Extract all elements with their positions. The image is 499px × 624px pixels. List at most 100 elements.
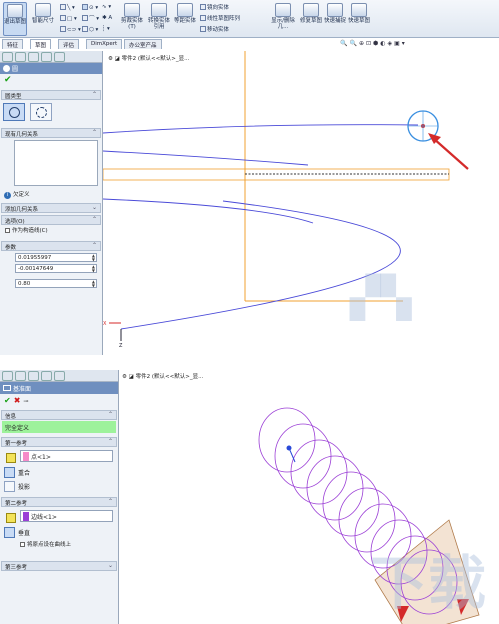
collapse-icon: ⌃ bbox=[91, 91, 97, 98]
reference-icon bbox=[6, 513, 16, 523]
pm-actions: ✔ ✖ ⊸ bbox=[0, 394, 118, 408]
perpendicular-icon bbox=[4, 527, 15, 538]
spline-tool[interactable]: ∿ ▾ bbox=[102, 4, 111, 10]
radius-field[interactable]: 0.80 ▲ ▼ bbox=[15, 279, 97, 288]
section-second-reference[interactable]: 第二参考 ⌃ bbox=[1, 497, 117, 507]
origin-on-curve-checkbox[interactable]: 将原点设在曲线上 bbox=[0, 539, 118, 549]
sketch-graphics-area[interactable]: X Z bbox=[103, 51, 499, 355]
config-tab[interactable] bbox=[28, 371, 39, 381]
project-option[interactable]: 投影 bbox=[0, 479, 118, 493]
slot-tool[interactable]: ⊂⊃ ▾ bbox=[60, 26, 81, 33]
section-add-relations[interactable]: 添加几何关系 ⌄ bbox=[1, 203, 101, 213]
arc-tool[interactable]: ⌒ ▾ bbox=[82, 15, 99, 22]
relations-list[interactable] bbox=[14, 140, 98, 186]
dimension-icon bbox=[35, 3, 51, 17]
center-y-field[interactable]: -0.00147649 ▲ ▼ bbox=[15, 264, 97, 273]
center-x-field[interactable]: 0.01955997 ▲ ▼ bbox=[15, 253, 97, 262]
pin-icon[interactable]: ⊸ bbox=[23, 398, 28, 405]
sketch-curve-lower bbox=[103, 198, 314, 224]
collapse-icon: ⌃ bbox=[107, 438, 113, 445]
origin-z-label: Z bbox=[119, 343, 123, 349]
circle-icon bbox=[3, 65, 10, 72]
command-manager-ribbon: 退出草图 智能尺寸 ╲ ▾ □ ▾ ⊂⊃ ▾ ⊙ ▾ ⌒ ▾ ⬡ ▾ ∿ ▾ ✱… bbox=[0, 0, 499, 38]
perimeter-circle-button[interactable] bbox=[29, 103, 52, 121]
point-tool[interactable]: ✱ A bbox=[102, 15, 112, 21]
mirror-entities-button[interactable]: 镜向实体 bbox=[200, 4, 229, 11]
second-reference-field[interactable]: 边线<1> bbox=[20, 510, 113, 522]
offset-entities-button[interactable]: 等距实体 bbox=[174, 2, 196, 36]
construction-checkbox[interactable]: 作为构造线(C) bbox=[0, 225, 102, 235]
section-info[interactable]: 信息 ⌃ bbox=[1, 410, 117, 420]
cancel-x-button[interactable]: ✖ bbox=[14, 396, 21, 405]
offset-icon bbox=[177, 3, 193, 17]
polygon-tool[interactable]: ⬡ ▾ bbox=[82, 26, 98, 33]
feature-tree-tab[interactable] bbox=[2, 52, 13, 62]
first-ref-row: 点<1> bbox=[0, 450, 118, 463]
first-reference-field[interactable]: 点<1> bbox=[20, 450, 113, 462]
quick-snaps-button[interactable]: 快速捕捉 bbox=[324, 2, 346, 36]
tab-dimxpert[interactable]: DimXpert bbox=[86, 39, 123, 49]
section-existing-relations[interactable]: 现有几何关系 ⌃ bbox=[1, 128, 101, 138]
circle-type-group bbox=[0, 100, 102, 126]
circle-property-manager: 圆 ✔ 圆类型 ⌃ 现有几何关系 ⌃ i 欠定义 添加几何关系 ⌄ 选项(O) ⌃ 作为构… bbox=[0, 51, 103, 355]
repair-sketch-button[interactable]: 修复草图 bbox=[300, 2, 322, 36]
tab-evaluate[interactable]: 评估 bbox=[58, 39, 80, 49]
circle-tool[interactable]: ⊙ ▾ bbox=[82, 4, 98, 11]
sketch-curve-middle bbox=[103, 150, 309, 166]
center-circle-button[interactable] bbox=[3, 103, 25, 121]
image-separator bbox=[0, 355, 499, 366]
rectangle-tool[interactable]: □ ▾ bbox=[60, 15, 77, 22]
section-circle-type[interactable]: 圆类型 ⌃ bbox=[1, 90, 101, 100]
linear-pattern-button[interactable]: 线性草图阵列 bbox=[200, 15, 240, 22]
smart-dimension-button[interactable]: 智能尺寸 bbox=[30, 2, 56, 36]
view-toolbar[interactable]: 🔍🔍⊕⊡⬢◐◈▣▾ bbox=[340, 40, 495, 51]
rapid-sketch-icon bbox=[351, 3, 367, 17]
convert-icon bbox=[151, 3, 167, 17]
ok-check-button[interactable]: ✔ bbox=[0, 74, 102, 88]
section-third-reference[interactable]: 第三参考 ⌄ bbox=[1, 561, 117, 571]
manager-tabs bbox=[0, 370, 118, 382]
trim-icon bbox=[124, 3, 140, 17]
status-fully-defined: 完全定义 bbox=[2, 421, 116, 433]
repair-icon bbox=[303, 3, 319, 17]
exit-sketch-button[interactable]: 退出草图 bbox=[3, 2, 27, 36]
collapse-icon: ⌃ bbox=[91, 216, 97, 223]
tab-office-products[interactable]: 办公室产品 bbox=[124, 39, 162, 49]
tab-features[interactable]: 特征 bbox=[2, 39, 24, 49]
relations-icon bbox=[275, 3, 291, 17]
convert-entities-button[interactable]: 转换实体引用 bbox=[146, 2, 172, 36]
move-entities-button[interactable]: 移动实体 bbox=[200, 26, 229, 33]
point-handle bbox=[288, 447, 296, 463]
display-tab[interactable] bbox=[54, 371, 65, 381]
trim-button[interactable]: 剪裁实体(T) bbox=[120, 2, 144, 36]
display-tab[interactable] bbox=[54, 52, 65, 62]
perpendicular-option[interactable]: 垂直 bbox=[0, 525, 118, 539]
coincident-icon bbox=[4, 467, 15, 478]
property-tab[interactable] bbox=[15, 371, 26, 381]
section-options[interactable]: 选项(O) ⌃ bbox=[1, 215, 101, 225]
display-delete-relations-button[interactable]: 显示/删除几... bbox=[268, 2, 298, 36]
config-tab[interactable] bbox=[28, 52, 39, 62]
section-parameters[interactable]: 参数 ⌃ bbox=[1, 241, 101, 251]
property-tab[interactable] bbox=[15, 52, 26, 62]
ok-check-button[interactable]: ✔ bbox=[4, 396, 11, 405]
watermark-logo: 下载 bbox=[370, 549, 487, 617]
expand-icon: ⌄ bbox=[91, 204, 97, 211]
sketch-icon bbox=[7, 4, 23, 18]
manager-tabs bbox=[0, 51, 102, 63]
plane-window: 基准面 ✔ ✖ ⊸ 信息 ⌃ 完全定义 第一参考 ⌃ 点<1> 重合 投影 第二参考 ⌃ … bbox=[0, 366, 499, 624]
line-tool[interactable]: ╲ ▾ bbox=[60, 4, 75, 11]
expand-icon: ⌄ bbox=[107, 562, 113, 569]
dimxpert-tab[interactable] bbox=[41, 52, 52, 62]
plane-icon bbox=[3, 385, 11, 391]
tab-sketch[interactable]: 草图 bbox=[30, 39, 52, 49]
rapid-sketch-button[interactable]: 快速草图 bbox=[348, 2, 370, 36]
dimxpert-tab[interactable] bbox=[41, 371, 52, 381]
section-first-reference[interactable]: 第一参考 ⌃ bbox=[1, 437, 117, 447]
collapse-icon: ⌃ bbox=[91, 129, 97, 136]
under-defined-status: i 欠定义 bbox=[0, 188, 102, 201]
centerline-tool[interactable]: ┊ ▾ bbox=[102, 26, 110, 32]
project-icon bbox=[4, 481, 15, 492]
coincident-option[interactable]: 重合 bbox=[0, 465, 118, 479]
feature-tree-tab[interactable] bbox=[2, 371, 13, 381]
